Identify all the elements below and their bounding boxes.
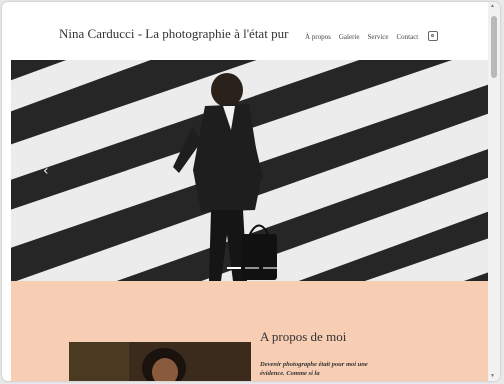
about-text: Devenir photographe était pour moi une é… [260,361,368,377]
vertical-scrollbar[interactable]: ▲ ▼ [488,2,500,381]
carousel-dot-3[interactable] [263,267,277,269]
about-title: A propos de moi [260,329,347,344]
hero-image [11,60,489,281]
scroll-down-icon[interactable]: ▼ [490,374,495,379]
nav-item-contact[interactable]: Contact [396,33,418,41]
about-section: A propos de moi Devenir photographe étai… [11,281,489,381]
site-header: Nina Carducci - La photographie à l'état… [2,2,488,60]
hero-carousel[interactable]: ‹ [11,60,489,281]
carousel-prev-arrow[interactable]: ‹ [43,163,49,179]
carousel-dot-2[interactable] [245,267,259,269]
site-title: Nina Carducci - La photographie à l'état… [59,26,289,41]
scroll-up-icon[interactable]: ▲ [490,4,495,9]
portrait-photo [69,342,251,381]
instagram-icon[interactable] [428,31,439,41]
main-nav: À propos Galerie Service Contact [305,31,439,42]
carousel-dot-1[interactable] [227,267,241,269]
carousel-indicators [227,267,277,269]
scrollbar-thumb[interactable] [491,16,497,78]
nav-item-about[interactable]: À propos [305,33,331,41]
nav-item-service[interactable]: Service [367,33,388,41]
browser-window: Nina Carducci - La photographie à l'état… [2,2,500,381]
nav-item-gallery[interactable]: Galerie [339,33,360,41]
